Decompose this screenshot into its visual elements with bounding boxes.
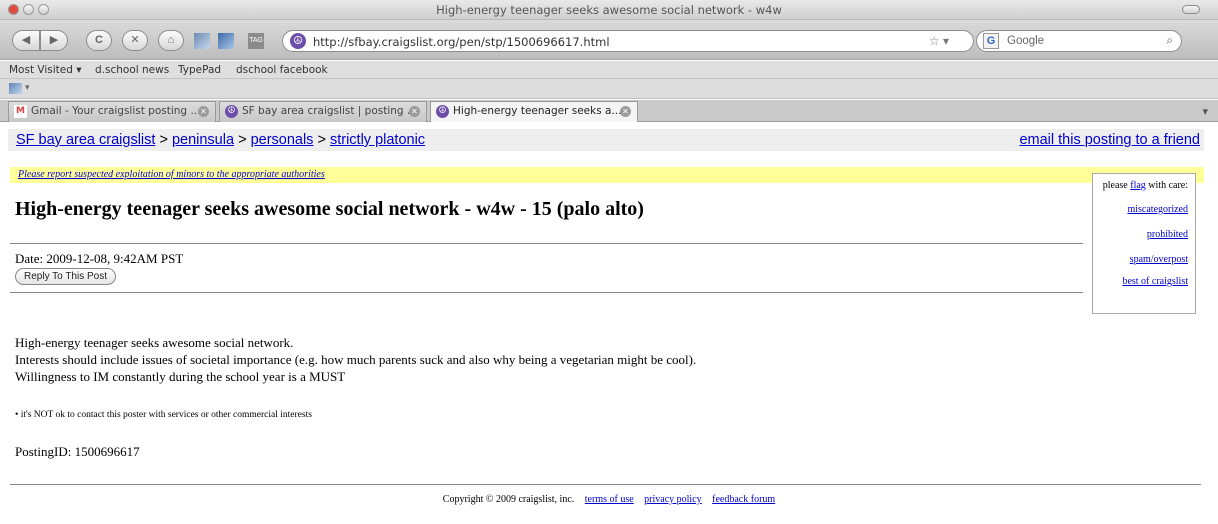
crumb-peninsula[interactable]: peninsula: [172, 132, 234, 148]
crumb-sep: >: [317, 132, 326, 148]
tab-label: SF bay area craigslist | posting ...: [242, 105, 417, 117]
bookmark-dschool-facebook[interactable]: dschool facebook: [236, 64, 328, 76]
body-line: Interests should include issues of socie…: [15, 352, 697, 367]
extension-bar: ▾: [0, 79, 1218, 99]
window-titlebar: High-energy teenager seeks awesome socia…: [0, 0, 1218, 20]
web-page: SF bay area craigslist > peninsula > per…: [0, 123, 1218, 524]
copyright: Copyright © 2009 craigslist, inc.: [442, 494, 575, 505]
tab-craigslist-posting[interactable]: ☮ SF bay area craigslist | posting ... ✕: [219, 101, 427, 122]
terms-link[interactable]: terms of use: [585, 494, 634, 505]
privacy-link[interactable]: privacy policy: [644, 494, 701, 505]
page-title: High-energy teenager seeks awesome socia…: [15, 198, 644, 220]
stop-button[interactable]: ✕: [122, 30, 148, 51]
body-line: High-energy teenager seeks awesome socia…: [15, 335, 294, 350]
crumb-personals[interactable]: personals: [251, 132, 314, 148]
posting-date: Date: 2009-12-08, 9:42AM PST: [15, 251, 184, 266]
body-line: Willingness to IM constantly during the …: [15, 369, 346, 384]
breadcrumb: SF bay area craigslist > peninsula > per…: [8, 129, 1204, 151]
forward-button[interactable]: ▶: [40, 30, 68, 51]
report-link[interactable]: Please report suspected exploitation of …: [18, 169, 325, 180]
flag-box: please flag with care: miscategorized pr…: [1092, 173, 1196, 314]
flag-prefix: please: [1102, 180, 1128, 191]
bookmarks-bar: Most Visited ▾ d.school news TypePad dsc…: [0, 61, 1218, 79]
flag-prohibited[interactable]: prohibited: [1147, 229, 1188, 240]
tab-gmail[interactable]: M Gmail - Your craigslist posting ... ✕: [8, 101, 216, 122]
divider: [10, 243, 1083, 244]
page-icon[interactable]: [218, 33, 234, 49]
bookmark-typepad[interactable]: TypePad: [178, 64, 221, 76]
extension-icon[interactable]: [9, 83, 22, 94]
notice-text: it's NOT ok to contact this poster with …: [20, 410, 312, 420]
toolbar-toggle-button[interactable]: [1182, 5, 1200, 14]
flag-heading: please flag with care:: [1103, 180, 1188, 191]
exploitation-warning: Please report suspected exploitation of …: [10, 167, 1204, 183]
peace-icon: ☮: [436, 105, 449, 118]
divider: [10, 292, 1083, 293]
home-button[interactable]: ⌂: [158, 30, 184, 51]
tab-list-icon[interactable]: ▾: [1202, 105, 1208, 118]
search-magnifier-icon[interactable]: ⌕: [1166, 33, 1173, 48]
window-title: High-energy teenager seeks awesome socia…: [436, 3, 782, 17]
tab-close-icon[interactable]: ✕: [620, 106, 631, 117]
flag-link[interactable]: flag: [1130, 180, 1146, 191]
crumb-sep: >: [159, 132, 168, 148]
email-friend-link[interactable]: email this posting to a friend: [1019, 132, 1200, 148]
reload-button[interactable]: C: [86, 30, 112, 51]
reply-button[interactable]: Reply To This Post: [15, 268, 117, 285]
tab-close-icon[interactable]: ✕: [198, 106, 209, 117]
gmail-icon: M: [14, 105, 27, 118]
peace-icon: ☮: [225, 105, 238, 118]
tab-close-icon[interactable]: ✕: [409, 106, 420, 117]
crumb-site[interactable]: SF bay area craigslist: [16, 132, 155, 148]
address-text[interactable]: http://sfbay.craigslist.org/pen/stp/1500…: [313, 35, 610, 49]
bookmark-folder-icon[interactable]: [194, 33, 210, 49]
address-bar[interactable]: ☮ http://sfbay.craigslist.org/pen/stp/15…: [282, 30, 974, 52]
bookmark-most-visited[interactable]: Most Visited ▾: [9, 64, 82, 76]
bookmark-dschool-news[interactable]: d.school news: [95, 64, 169, 76]
tag-icon[interactable]: TAG: [248, 33, 264, 49]
chevron-down-icon[interactable]: ▾: [25, 82, 30, 93]
search-engine-icon[interactable]: G: [983, 33, 999, 49]
tab-current[interactable]: ☮ High-energy teenager seeks a... ✕: [430, 101, 638, 122]
tab-bar: M Gmail - Your craigslist posting ... ✕ …: [0, 100, 1218, 122]
flag-best-of[interactable]: best of craigslist: [1122, 276, 1188, 287]
flag-spam[interactable]: spam/overpost: [1130, 254, 1188, 265]
divider: [10, 484, 1201, 485]
navigation-toolbar: ◀ ▶ C ✕ ⌂ TAG ☮ http://sfbay.craigslist.…: [0, 20, 1218, 60]
search-placeholder[interactable]: Google: [1007, 35, 1044, 47]
flag-miscategorized[interactable]: miscategorized: [1127, 204, 1188, 215]
footer: Copyright © 2009 craigslist, inc. terms …: [0, 494, 1218, 505]
posting-id: PostingID: 1500696617: [15, 444, 140, 459]
tab-label: High-energy teenager seeks a...: [453, 105, 622, 117]
tab-label: Gmail - Your craigslist posting ...: [31, 105, 201, 117]
crumb-sep: >: [238, 132, 247, 148]
crumb-strictly-platonic[interactable]: strictly platonic: [330, 132, 425, 148]
site-favicon-icon: ☮: [290, 33, 306, 49]
back-button[interactable]: ◀: [12, 30, 40, 51]
flag-suffix: with care:: [1148, 180, 1188, 191]
feedback-link[interactable]: feedback forum: [712, 494, 775, 505]
bookmark-star-icon[interactable]: ☆ ▾: [929, 34, 949, 48]
commercial-notice: • it's NOT ok to contact this poster wit…: [15, 410, 312, 420]
search-box[interactable]: G Google ⌕: [976, 30, 1182, 52]
